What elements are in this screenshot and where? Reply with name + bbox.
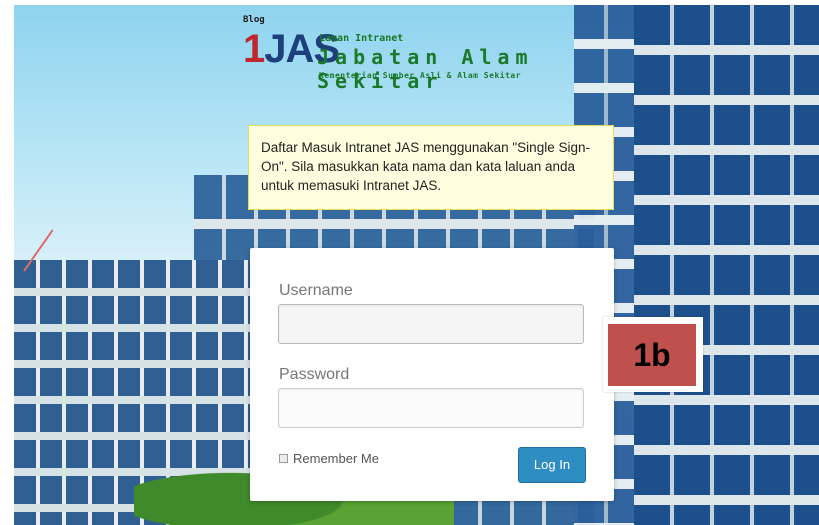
site-logo: Blog 1JAS Laman Intranet Jabatan Alam Se… bbox=[243, 15, 623, 93]
password-label: Password bbox=[279, 366, 350, 383]
remember-me-checkbox[interactable] bbox=[279, 454, 288, 463]
login-button[interactable]: Log In bbox=[518, 447, 586, 483]
login-form: Username Password Remember Me Log In bbox=[250, 248, 614, 501]
login-notice: Daftar Masuk Intranet JAS menggunakan "S… bbox=[248, 125, 614, 210]
remember-me-label: Remember Me bbox=[293, 451, 379, 466]
remember-me[interactable]: Remember Me bbox=[279, 451, 379, 466]
background-building-right-front bbox=[634, 5, 819, 525]
logo-one: 1 bbox=[243, 27, 265, 71]
logo-ministry-name: Kementerian Sumber Asli & Alam Sekitar bbox=[319, 71, 522, 80]
username-input[interactable] bbox=[278, 304, 584, 344]
username-label: Username bbox=[279, 282, 353, 299]
logo-department-name: Jabatan Alam Sekitar bbox=[317, 45, 534, 93]
logo-tagline: Laman Intranet bbox=[319, 33, 404, 44]
annotation-badge: 1b bbox=[608, 324, 696, 386]
password-input[interactable] bbox=[278, 388, 584, 428]
logo-blog-text: Blog bbox=[243, 15, 265, 25]
